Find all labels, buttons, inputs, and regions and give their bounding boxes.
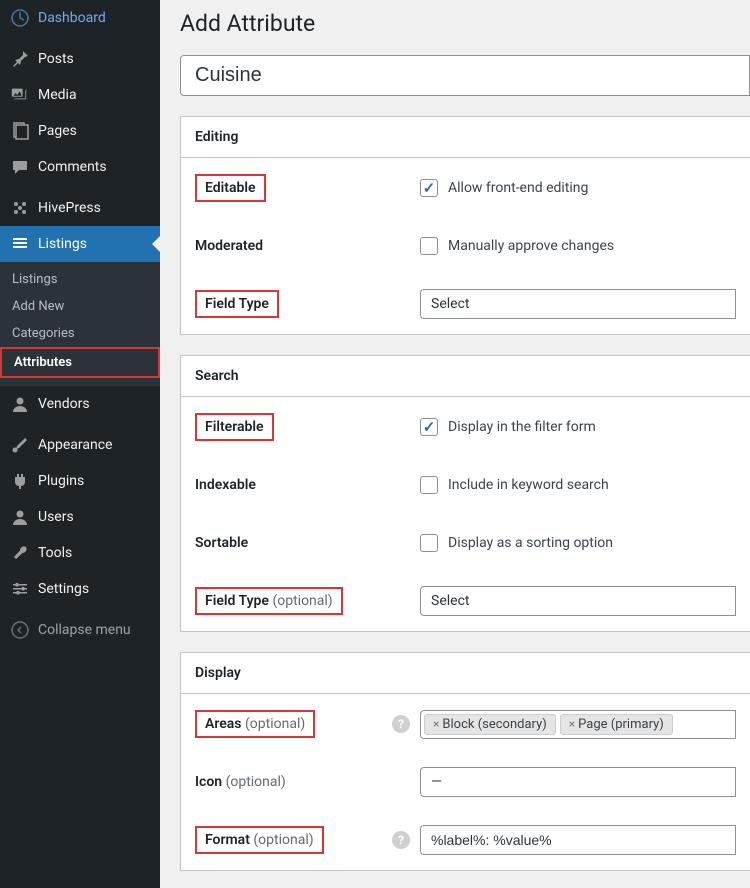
collapse-icon xyxy=(10,620,30,640)
sortable-checkbox[interactable] xyxy=(420,534,438,552)
sidebar-item-pages[interactable]: Pages xyxy=(0,113,160,149)
help-icon[interactable]: ? xyxy=(392,831,410,849)
sidebar-item-comments[interactable]: Comments xyxy=(0,149,160,185)
sidebar-item-label: Appearance xyxy=(38,437,112,453)
submenu-item-categories[interactable]: Categories xyxy=(0,320,160,347)
submenu-item-listings[interactable]: Listings xyxy=(0,266,160,293)
dashboard-icon xyxy=(10,8,30,28)
icon-label: Icon (optional) xyxy=(195,774,286,790)
admin-sidebar: Dashboard Posts Media Pages Comments Hiv… xyxy=(0,0,160,888)
sidebar-item-tools[interactable]: Tools xyxy=(0,535,160,571)
sidebar-item-label: Plugins xyxy=(38,473,84,489)
editing-header: Editing xyxy=(181,117,750,158)
moderated-check-label: Manually approve changes xyxy=(448,238,614,254)
page-title: Add Attribute xyxy=(180,10,750,37)
submenu-item-addnew[interactable]: Add New xyxy=(0,293,160,320)
format-input[interactable] xyxy=(420,825,736,855)
plug-icon xyxy=(10,471,30,491)
brush-icon xyxy=(10,435,30,455)
sliders-icon xyxy=(10,579,30,599)
sidebar-item-label: Dashboard xyxy=(38,10,106,26)
icon-select[interactable]: — xyxy=(420,767,736,797)
sortable-label: Sortable xyxy=(195,535,248,551)
search-header: Search xyxy=(181,356,750,397)
sidebar-item-hivepress[interactable]: HivePress xyxy=(0,190,160,226)
main-content: Add Attribute Editing Editable Allow fro… xyxy=(160,0,750,888)
sidebar-item-posts[interactable]: Posts xyxy=(0,41,160,77)
moderated-checkbox[interactable] xyxy=(420,237,438,255)
sidebar-item-label: Vendors xyxy=(38,396,90,412)
area-tag[interactable]: ×Block (secondary) xyxy=(424,714,556,735)
sidebar-item-label: Collapse menu xyxy=(38,622,131,638)
filterable-check-label: Display in the filter form xyxy=(448,419,596,435)
tag-remove-icon[interactable]: × xyxy=(569,717,575,731)
editable-check-label: Allow front-end editing xyxy=(448,180,588,196)
sidebar-item-label: Tools xyxy=(38,545,72,561)
vendors-icon xyxy=(10,394,30,414)
indexable-check-label: Include in keyword search xyxy=(448,477,609,493)
sidebar-item-label: Users xyxy=(38,509,74,525)
sidebar-collapse[interactable]: Collapse menu xyxy=(0,612,160,648)
filterable-checkbox[interactable] xyxy=(420,418,438,436)
search-panel: Search Filterable Display in the filter … xyxy=(180,355,750,632)
filterable-label: Filterable xyxy=(195,413,274,441)
sidebar-item-vendors[interactable]: Vendors xyxy=(0,386,160,422)
sidebar-submenu: Listings Add New Categories Attributes xyxy=(0,262,160,386)
sidebar-item-label: HivePress xyxy=(38,200,101,216)
submenu-item-attributes[interactable]: Attributes xyxy=(0,347,160,378)
help-icon[interactable]: ? xyxy=(392,715,410,733)
indexable-checkbox[interactable] xyxy=(420,476,438,494)
tag-remove-icon[interactable]: × xyxy=(433,717,439,731)
sidebar-item-label: Comments xyxy=(38,159,107,175)
editable-checkbox[interactable] xyxy=(420,179,438,197)
media-icon xyxy=(10,85,30,105)
sidebar-item-users[interactable]: Users xyxy=(0,499,160,535)
sidebar-item-listings[interactable]: Listings xyxy=(0,226,160,262)
search-fieldtype-select[interactable]: Select xyxy=(420,586,736,616)
area-tag[interactable]: ×Page (primary) xyxy=(560,714,673,735)
editable-label: Editable xyxy=(195,174,266,202)
comment-icon xyxy=(10,157,30,177)
page-icon xyxy=(10,121,30,141)
listings-icon xyxy=(10,234,30,254)
hivepress-icon xyxy=(10,198,30,218)
format-label: Format (optional) xyxy=(195,826,324,854)
sortable-check-label: Display as a sorting option xyxy=(448,535,613,551)
sidebar-item-media[interactable]: Media xyxy=(0,77,160,113)
editing-panel: Editing Editable Allow front-end editing… xyxy=(180,116,750,335)
wrench-icon xyxy=(10,543,30,563)
attribute-name-input[interactable] xyxy=(180,55,750,96)
display-header: Display xyxy=(181,653,750,694)
sidebar-item-dashboard[interactable]: Dashboard xyxy=(0,0,160,36)
sidebar-item-label: Media xyxy=(38,87,77,103)
sidebar-item-label: Posts xyxy=(38,51,74,67)
sidebar-item-settings[interactable]: Settings xyxy=(0,571,160,607)
user-icon xyxy=(10,507,30,527)
pin-icon xyxy=(10,49,30,69)
editing-fieldtype-label: Field Type xyxy=(195,290,279,318)
areas-label: Areas (optional) xyxy=(195,710,315,738)
moderated-label: Moderated xyxy=(195,238,263,254)
search-fieldtype-label: Field Type (optional) xyxy=(195,587,343,615)
sidebar-item-label: Settings xyxy=(38,581,89,597)
areas-tags-input[interactable]: ×Block (secondary) ×Page (primary) xyxy=(420,710,736,739)
editing-fieldtype-select[interactable]: Select xyxy=(420,289,736,319)
display-panel: Display Areas (optional) ? ×Block (secon… xyxy=(180,652,750,871)
sidebar-item-appearance[interactable]: Appearance xyxy=(0,427,160,463)
sidebar-item-label: Listings xyxy=(38,236,87,252)
sidebar-item-label: Pages xyxy=(38,123,77,139)
indexable-label: Indexable xyxy=(195,477,256,493)
sidebar-item-plugins[interactable]: Plugins xyxy=(0,463,160,499)
